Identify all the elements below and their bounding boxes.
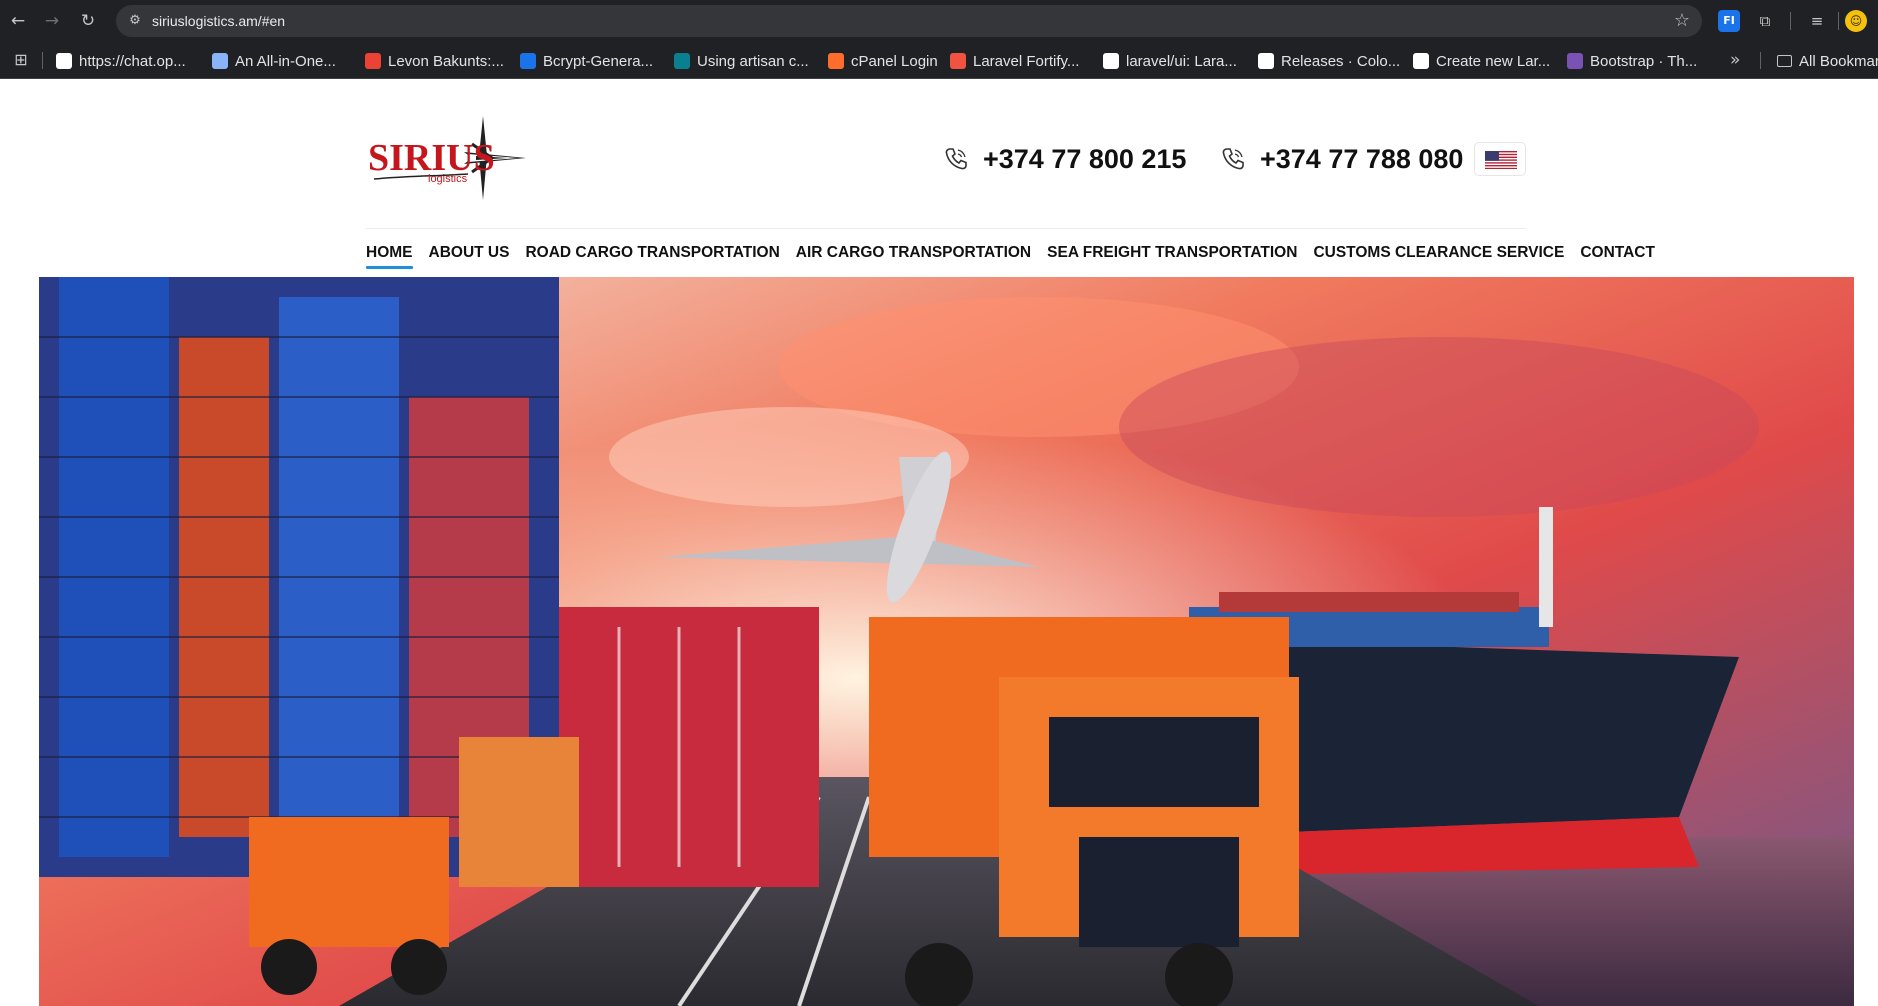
bookmarks-divider xyxy=(1760,52,1761,69)
github-icon xyxy=(1103,53,1119,69)
bookmark-label: Create new Lar... xyxy=(1436,52,1551,70)
bookmark-item[interactable]: Levon Bakunts:... xyxy=(365,51,504,71)
bookmark-label: Levon Bakunts:... xyxy=(388,52,504,70)
back-arrow-icon[interactable]: ← xyxy=(6,9,30,33)
globe-icon xyxy=(212,53,228,69)
media-control-icon[interactable]: ≡ xyxy=(1806,10,1828,32)
toolbar-divider xyxy=(1790,12,1791,30)
bookmark-label: Bootstrap · Th... xyxy=(1590,52,1698,70)
more-bookmarks-icon[interactable]: » xyxy=(1730,50,1740,70)
bookmark-item[interactable]: Laravel Fortify... xyxy=(950,51,1079,71)
nav-road-cargo[interactable]: ROAD CARGO TRANSPORTATION xyxy=(525,243,779,267)
bookmark-label: Releases · Colo... xyxy=(1281,52,1401,70)
hero-illustration xyxy=(39,277,1854,1006)
logo-wordmark: SIRIUS xyxy=(368,137,495,179)
toolbar-divider xyxy=(1838,12,1839,30)
bootstrap-icon xyxy=(1567,53,1583,69)
url-text[interactable]: siriuslogistics.am/#en xyxy=(152,12,285,30)
bookmark-label: laravel/ui: Lara... xyxy=(1126,52,1237,70)
logo-subtitle: logistics xyxy=(428,173,468,185)
phone-contact-2[interactable]: +374 77 788 080 xyxy=(1218,140,1463,178)
nav-home[interactable]: HOME xyxy=(366,243,413,269)
language-selector[interactable] xyxy=(1474,142,1526,176)
bookmark-label: https://chat.op... xyxy=(79,52,186,70)
medium-icon xyxy=(1413,53,1429,69)
all-bookmarks-label: All Bookmarks xyxy=(1799,52,1878,70)
phone-number[interactable]: +374 77 800 215 xyxy=(983,144,1186,175)
bookmark-item[interactable]: Bootstrap · Th... xyxy=(1567,51,1697,71)
bookmark-item[interactable]: Create new Lar... xyxy=(1413,51,1550,71)
us-flag-icon xyxy=(1485,151,1517,169)
logistics-hero-image xyxy=(39,277,1854,1006)
bookmark-label: Using artisan c... xyxy=(697,52,809,70)
nav-contact[interactable]: CONTACT xyxy=(1580,243,1655,267)
laravel-icon xyxy=(950,53,966,69)
bookmark-item[interactable]: Releases · Colo... xyxy=(1258,51,1400,71)
all-bookmarks-folder[interactable]: All Bookmarks xyxy=(1777,51,1878,71)
bookmark-item[interactable]: laravel/ui: Lara... xyxy=(1103,51,1237,71)
site-info-icon[interactable]: ⚙ xyxy=(126,12,144,30)
nav-customs-clearance[interactable]: CUSTOMS CLEARANCE SERVICE xyxy=(1313,243,1564,267)
s-letter-icon xyxy=(674,53,690,69)
bookmark-label: cPanel Login xyxy=(851,52,938,70)
openai-icon xyxy=(56,53,72,69)
bookmarks-bar: ⊞ https://chat.op... An All-in-One... Levo… xyxy=(0,42,1878,79)
bookmark-item[interactable]: Using artisan c... xyxy=(674,51,809,71)
reload-icon[interactable]: ↻ xyxy=(76,9,100,33)
github-icon xyxy=(1258,53,1274,69)
bookmark-label: An All-in-One... xyxy=(235,52,336,70)
sirius-logo[interactable]: SIRIUS logistics xyxy=(368,116,528,200)
address-bar[interactable]: ⚙ siriuslogistics.am/#en ☆ xyxy=(116,5,1702,37)
bookmark-item[interactable]: cPanel Login xyxy=(828,51,938,71)
bookmark-label: Laravel Fortify... xyxy=(973,52,1080,70)
web-page: SIRIUS logistics +374 77 800 215 +374 77… xyxy=(0,80,1878,1006)
folder-icon xyxy=(1777,55,1792,67)
apps-grid-icon[interactable]: ⊞ xyxy=(12,51,30,69)
main-navigation: HOME ABOUT US ROAD CARGO TRANSPORTATION … xyxy=(366,243,1655,269)
phone-icon xyxy=(945,148,967,170)
cpanel-icon xyxy=(828,53,844,69)
forward-arrow-icon[interactable]: → xyxy=(40,9,64,33)
extension-fi-icon[interactable]: FI xyxy=(1718,10,1740,32)
nav-sea-freight[interactable]: SEA FREIGHT TRANSPORTATION xyxy=(1047,243,1297,267)
nav-air-cargo[interactable]: AIR CARGO TRANSPORTATION xyxy=(796,243,1031,267)
phone-icon xyxy=(1222,148,1244,170)
extensions-puzzle-icon[interactable]: ⧉ xyxy=(1754,10,1776,32)
bookmark-item[interactable]: https://chat.op... xyxy=(56,51,186,71)
bookmark-item[interactable]: An All-in-One... xyxy=(212,51,336,71)
bcrypt-icon xyxy=(520,53,536,69)
header-divider xyxy=(366,228,1526,229)
bookmark-label: Bcrypt-Genera... xyxy=(543,52,654,70)
browser-toolbar: ← → ↻ ⚙ siriuslogistics.am/#en ☆ FI ⧉ ≡ … xyxy=(0,0,1878,42)
nav-about-us[interactable]: ABOUT US xyxy=(429,243,510,267)
bookmark-item[interactable]: Bcrypt-Genera... xyxy=(520,51,653,71)
profile-avatar-icon[interactable]: ☺ xyxy=(1845,10,1867,32)
phone-number[interactable]: +374 77 788 080 xyxy=(1260,144,1463,175)
chrome-colorful-icon xyxy=(365,53,381,69)
bookmark-star-icon[interactable]: ☆ xyxy=(1674,10,1690,32)
bookmarks-divider xyxy=(42,52,43,69)
phone-contact-1[interactable]: +374 77 800 215 xyxy=(941,140,1186,178)
